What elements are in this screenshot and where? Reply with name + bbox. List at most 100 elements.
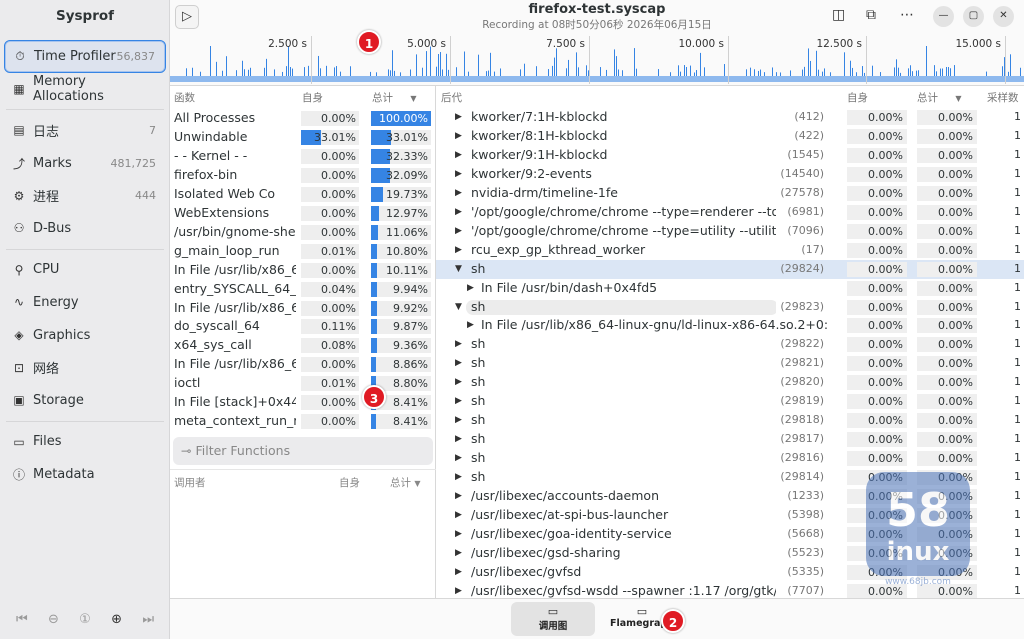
descendant-row[interactable]: ▶ In File /usr/lib/x86_64-linux-gnu/ld-li…: [436, 316, 1024, 335]
descendant-row[interactable]: ▶ kworker/9:1H-kblockd (1545) 0.00% 0.00% 1: [436, 145, 1024, 165]
expand-arrow-right-icon[interactable]: ▶: [455, 165, 462, 184]
callers-header-self[interactable]: 自身: [339, 475, 360, 490]
callgraph-view-button[interactable]: ▭ 调用图: [511, 602, 595, 636]
expand-arrow-right-icon[interactable]: ▶: [455, 563, 462, 582]
descendant-row[interactable]: ▶ sh (29816) 0.00% 0.00% 1: [436, 449, 1024, 469]
function-row[interactable]: Unwindable 33.01% 33.01%: [170, 128, 434, 147]
sidebar-item-storage[interactable]: ▣ Storage: [4, 384, 166, 417]
function-row[interactable]: In File /usr/lib/x86_6 0.00% 10.11%: [170, 261, 434, 280]
menu-icon[interactable]: ⋯: [900, 7, 914, 23]
sidebar-item-log[interactable]: ▤ 日志 7: [4, 114, 166, 147]
expand-arrow-right-icon[interactable]: ▶: [455, 146, 462, 165]
expand-arrow-right-icon[interactable]: ▶: [455, 487, 462, 506]
sidebar-item-process[interactable]: ⚙ 进程 444: [4, 179, 166, 212]
maximize-button[interactable]: ▢: [963, 6, 984, 27]
expand-arrow-right-icon[interactable]: ▶: [455, 506, 462, 525]
expand-arrow-right-icon[interactable]: ▶: [455, 335, 462, 354]
descendant-row[interactable]: ▶ In File /usr/bin/dash+0x4fd5 0.00% 0.00% 1: [436, 279, 1024, 298]
zoom-first-icon[interactable]: ⏮: [13, 612, 31, 627]
expand-arrow-right-icon[interactable]: ▶: [455, 108, 462, 127]
timeline-ruler[interactable]: 2.500 s 5.000 s 7.500 s 10.000 s 12.500 s 15.…: [170, 34, 1024, 86]
expand-arrow-right-icon[interactable]: ▶: [455, 449, 462, 468]
descendant-row[interactable]: ▼ sh (29823) 0.00% 0.00% 1: [436, 297, 1024, 317]
descendant-row[interactable]: ▶ '/opt/google/chrome/chrome --type=rende…: [436, 202, 1024, 222]
function-row[interactable]: WebExtensions 0.00% 12.97%: [170, 204, 434, 223]
descendant-row[interactable]: ▶ sh (29821) 0.00% 0.00% 1: [436, 354, 1024, 374]
function-row[interactable]: In File /usr/lib/x86_6 0.00% 9.92%: [170, 299, 434, 318]
expand-arrow-right-icon[interactable]: ▶: [455, 582, 462, 598]
descendant-row[interactable]: ▶ sh (29817) 0.00% 0.00% 1: [436, 430, 1024, 450]
descendant-row[interactable]: ▶ sh (29818) 0.00% 0.00% 1: [436, 411, 1024, 431]
minimize-button[interactable]: —: [933, 6, 954, 27]
filter-functions-input[interactable]: ⊸ Filter Functions: [173, 437, 433, 465]
descendants-header-samples[interactable]: 采样数: [987, 88, 1019, 108]
descendant-row[interactable]: ▶ sh (29819) 0.00% 0.00% 1: [436, 392, 1024, 412]
expand-arrow-right-icon[interactable]: ▶: [467, 279, 474, 298]
function-row[interactable]: g_main_loop_run 0.01% 10.80%: [170, 242, 434, 261]
expand-arrow-right-icon[interactable]: ▶: [455, 203, 462, 222]
descendant-row[interactable]: ▶ kworker/8:1H-kblockd (422) 0.00% 0.00% 1: [436, 126, 1024, 146]
functions-header-self[interactable]: 自身: [302, 88, 323, 108]
descendant-row[interactable]: ▶ sh (29822) 0.00% 0.00% 1: [436, 335, 1024, 355]
functions-header-name[interactable]: 函数: [174, 88, 195, 108]
zoom-last-icon[interactable]: ⏭: [139, 612, 157, 627]
expand-arrow-right-icon[interactable]: ▶: [455, 392, 462, 411]
function-row[interactable]: /usr/bin/gnome-she 0.00% 11.06%: [170, 223, 434, 242]
expand-arrow-right-icon[interactable]: ▶: [455, 184, 462, 203]
descendant-row[interactable]: ▼ sh (29824) 0.00% 0.00% 1: [436, 259, 1024, 279]
expand-arrow-right-icon[interactable]: ▶: [455, 127, 462, 146]
function-row[interactable]: firefox-bin 0.00% 32.09%: [170, 166, 434, 185]
zoom-out-icon[interactable]: ⊖: [44, 612, 62, 627]
expand-arrow-right-icon[interactable]: ▶: [455, 373, 462, 392]
function-row[interactable]: entry_SYSCALL_64_ 0.04% 9.94%: [170, 280, 434, 299]
function-row[interactable]: ioctl 0.01% 8.80%: [170, 374, 434, 393]
descendant-row[interactable]: ▶ kworker/7:1H-kblockd (412) 0.00% 0.00% 1: [436, 108, 1024, 127]
function-row[interactable]: do_syscall_64 0.11% 9.87%: [170, 317, 434, 336]
descendants-header-total[interactable]: 总计 ▼: [917, 88, 962, 108]
descendant-row[interactable]: ▶ nvidia-drm/timeline-1fe (27578) 0.00% 0.00…: [436, 183, 1024, 203]
function-row[interactable]: - - Kernel - - 0.00% 32.33%: [170, 147, 434, 166]
function-row[interactable]: meta_context_run_r 0.00% 8.41%: [170, 412, 434, 431]
sidebar-item-info[interactable]: ⓘ Metadata: [4, 458, 166, 491]
functions-header-total[interactable]: 总计 ▼: [372, 88, 417, 108]
expand-arrow-right-icon[interactable]: ▶: [455, 222, 462, 241]
split-view-icon[interactable]: ◫: [832, 7, 845, 23]
expand-arrow-right-icon[interactable]: ▶: [455, 468, 462, 487]
zoom-in-icon[interactable]: ⊕: [108, 612, 126, 627]
sidebar-item-network[interactable]: ⊡ 网络: [4, 351, 166, 384]
sidebar-item-memory[interactable]: ▦ Memory Allocations: [4, 73, 166, 106]
descendant-row[interactable]: ▶ sh (29820) 0.00% 0.00% 1: [436, 373, 1024, 393]
zoom-reset-icon[interactable]: ①: [76, 612, 94, 627]
descendant-row[interactable]: ▶ kworker/9:2-events (14540) 0.00% 0.00% 1: [436, 164, 1024, 184]
expand-arrow-right-icon[interactable]: ▶: [467, 316, 474, 335]
expand-arrow-right-icon[interactable]: ▶: [455, 354, 462, 373]
function-row[interactable]: In File [stack]+0x44 0.00% 8.41%: [170, 393, 434, 412]
descendant-row[interactable]: ▶ rcu_exp_gp_kthread_worker (17) 0.00% 0.00%…: [436, 240, 1024, 260]
descendant-row[interactable]: ▶ '/opt/google/chrome/chrome --type=utili…: [436, 221, 1024, 241]
expand-arrow-right-icon[interactable]: ▶: [455, 241, 462, 260]
expand-arrow-down-icon[interactable]: ▼: [455, 298, 462, 317]
sidebar-item-graphics[interactable]: ◈ Graphics: [4, 319, 166, 352]
sidebar-item-cpu[interactable]: ⚲ CPU: [4, 254, 166, 287]
function-row[interactable]: All Processes 0.00% 100.00%: [170, 109, 434, 128]
inspect-icon[interactable]: ⧉: [866, 7, 876, 23]
descendant-self-cell: 0.00%: [847, 110, 907, 125]
sidebar-item-energy[interactable]: ∿ Energy: [4, 286, 166, 319]
expand-arrow-right-icon[interactable]: ▶: [455, 525, 462, 544]
function-row[interactable]: Isolated Web Co 0.00% 19.73%: [170, 185, 434, 204]
expand-arrow-right-icon[interactable]: ▶: [455, 411, 462, 430]
function-row[interactable]: x64_sys_call 0.08% 9.36%: [170, 336, 434, 355]
descendants-header-name[interactable]: 后代: [441, 88, 462, 108]
sidebar-item-files[interactable]: ▭ Files: [4, 426, 166, 459]
function-row[interactable]: In File /usr/lib/x86_6 0.00% 8.86%: [170, 355, 434, 374]
expand-arrow-down-icon[interactable]: ▼: [455, 260, 462, 279]
descendants-header-self[interactable]: 自身: [847, 88, 868, 108]
sidebar-item-marks[interactable]: ⤴ Marks 481,725: [4, 147, 166, 180]
sidebar-item-stopwatch[interactable]: ⏱ Time Profiler 56,837: [4, 40, 166, 73]
close-button[interactable]: ✕: [993, 6, 1014, 27]
expand-arrow-right-icon[interactable]: ▶: [455, 430, 462, 449]
callers-header-name[interactable]: 调用者: [174, 475, 206, 490]
sidebar-item-dbus[interactable]: ⚇ D-Bus: [4, 212, 166, 245]
callers-header-total[interactable]: 总计 ▼: [390, 475, 421, 490]
expand-arrow-right-icon[interactable]: ▶: [455, 544, 462, 563]
